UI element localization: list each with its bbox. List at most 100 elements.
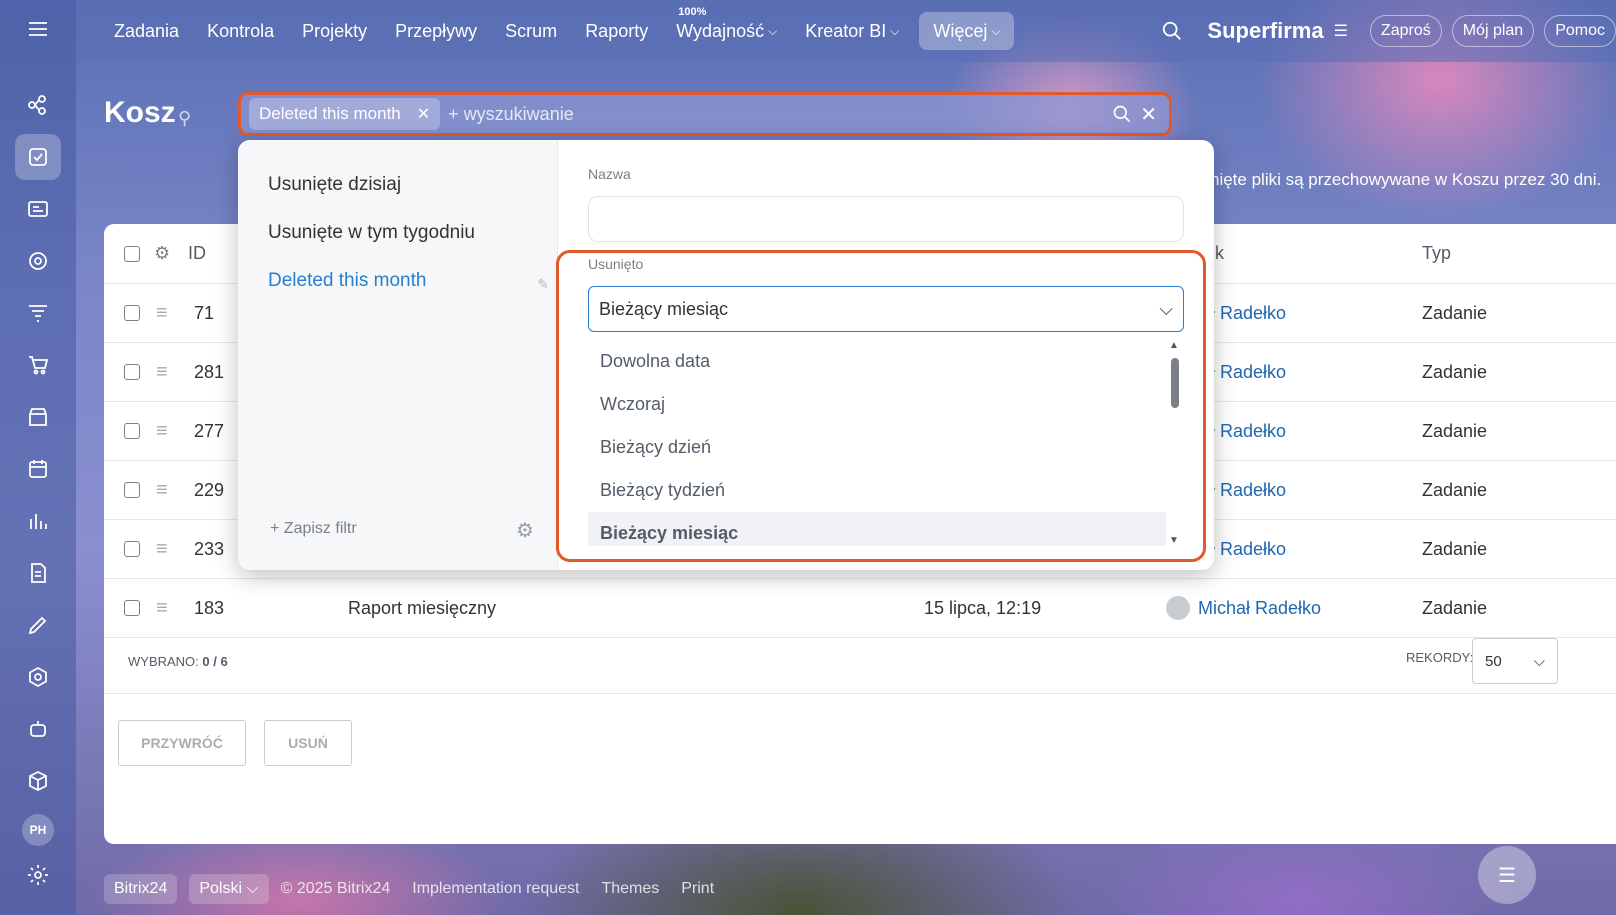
drag-handle-icon[interactable]: ≡ — [156, 302, 174, 325]
restore-button[interactable]: PRZYWRÓĆ — [118, 720, 246, 766]
save-filter-button[interactable]: + Zapisz filtr — [270, 520, 357, 538]
option-current-day[interactable]: Bieżący dzień — [588, 426, 1166, 469]
settings-gear-icon[interactable]: ⚙ — [516, 518, 534, 543]
pencil-icon[interactable] — [15, 602, 61, 648]
row-name[interactable]: Raport miesięczny — [348, 598, 496, 619]
hexagon-icon[interactable] — [15, 654, 61, 700]
search-icon[interactable] — [1112, 104, 1132, 124]
user-avatar — [1166, 596, 1190, 620]
workflow-icon[interactable] — [15, 82, 61, 128]
target-icon[interactable] — [15, 238, 61, 284]
option-current-week[interactable]: Bieżący tydzień — [588, 469, 1166, 512]
chevron-down-icon: ⌵ — [1533, 652, 1545, 670]
delete-button[interactable]: USUŃ — [264, 720, 352, 766]
row-user-name: Michał Radełko — [1198, 597, 1322, 618]
preset-today[interactable]: Usunięte dzisiaj — [268, 174, 401, 196]
nav-kreator-bi[interactable]: Kreator BI ⌵ — [791, 12, 913, 50]
records-label: REKORDY: — [1406, 650, 1474, 665]
preset-month[interactable]: Deleted this month — [268, 270, 426, 292]
nav-wydajnosc[interactable]: 100% Wydajność ⌵ — [662, 6, 791, 50]
calendar-icon[interactable] — [15, 446, 61, 492]
drag-handle-icon[interactable]: ≡ — [156, 538, 174, 561]
robot-icon[interactable] — [15, 706, 61, 752]
themes-link[interactable]: Themes — [601, 880, 659, 898]
menu-icon[interactable] — [15, 6, 61, 52]
deleted-date-select[interactable]: Bieżący miesiąc ⌵ — [588, 286, 1184, 332]
pin-icon[interactable]: ⚲ — [178, 108, 191, 129]
drag-handle-icon[interactable]: ≡ — [156, 479, 174, 502]
search-icon[interactable] — [1161, 20, 1183, 42]
nav-wiecej[interactable]: Więcej ⌵ — [919, 12, 1015, 50]
preset-week[interactable]: Usunięte w tym tygodniu — [268, 222, 475, 244]
row-type: Zadanie — [1422, 597, 1488, 618]
row-id: 71 — [194, 302, 215, 323]
wydajnosc-badge: 100% — [678, 6, 707, 18]
col-id[interactable]: ID — [188, 243, 206, 264]
select-all-checkbox[interactable] — [124, 245, 140, 262]
company-brand[interactable]: Superfirma — [1207, 18, 1323, 44]
settings-gear-icon[interactable]: ⚙ — [154, 243, 170, 264]
invite-button[interactable]: Zaproś — [1369, 15, 1442, 47]
scroll-thumb[interactable] — [1171, 358, 1179, 408]
clear-icon[interactable]: ✕ — [1140, 102, 1157, 127]
pin-icon[interactable]: ✎ — [537, 276, 549, 293]
avatar[interactable]: PH — [22, 814, 54, 846]
nav-kontrola[interactable]: Kontrola — [193, 12, 288, 50]
option-any-date[interactable]: Dowolna data — [588, 340, 1166, 383]
help-button[interactable]: Pomoc — [1544, 15, 1616, 47]
cart-icon[interactable] — [15, 342, 61, 388]
impl-request-link[interactable]: Implementation request — [412, 880, 579, 898]
box-icon[interactable] — [15, 758, 61, 804]
selected-label: WYBRANO: — [128, 654, 199, 669]
bitrix-brand[interactable]: Bitrix24 — [104, 874, 178, 904]
row-checkbox[interactable] — [124, 305, 140, 321]
drag-handle-icon[interactable]: ≡ — [156, 597, 174, 620]
drag-handle-icon[interactable]: ≡ — [156, 361, 174, 384]
scroll-up-icon[interactable]: ▲ — [1169, 340, 1179, 351]
row-checkbox[interactable] — [124, 364, 140, 380]
option-current-month[interactable]: Bieżący miesiąc — [588, 512, 1166, 546]
drag-handle-icon[interactable]: ≡ — [156, 420, 174, 443]
row-checkbox[interactable] — [124, 541, 140, 557]
nav-zadania[interactable]: Zadania — [100, 12, 193, 50]
records-per-page-select[interactable]: 50 ⌵ — [1472, 638, 1558, 684]
row-checkbox[interactable] — [124, 423, 140, 439]
my-plan-button[interactable]: Mój plan — [1451, 15, 1535, 47]
col-type[interactable]: Typ — [1422, 243, 1451, 264]
nav-scrum[interactable]: Scrum — [491, 12, 571, 50]
selected-value: 0 / 6 — [202, 654, 228, 669]
top-navigation: Zadania Kontrola Projekty Przepływy Scru… — [76, 0, 1616, 62]
scroll-down-icon[interactable]: ▼ — [1169, 535, 1179, 546]
search-input[interactable] — [448, 103, 1105, 125]
sliders-icon[interactable]: ☰ — [1334, 21, 1348, 41]
row-checkbox[interactable] — [124, 482, 140, 498]
selected-count: WYBRANO: 0 / 6 — [128, 654, 228, 669]
filter-search-bar[interactable]: Deleted this month ✕ ✕ — [238, 92, 1172, 136]
deleted-label: Usunięto — [588, 256, 644, 272]
name-input[interactable] — [588, 196, 1184, 242]
language-select[interactable]: Polski ⌵ — [189, 874, 269, 904]
settings-gear-icon[interactable] — [15, 852, 61, 898]
nav-projekty[interactable]: Projekty — [288, 12, 381, 50]
print-link[interactable]: Print — [681, 880, 714, 898]
row-user[interactable]: Michał Radełko — [1166, 596, 1321, 620]
option-yesterday[interactable]: Wczoraj — [588, 383, 1166, 426]
filter-popup: Usunięte dzisiaj Usunięte w tym tygodniu… — [238, 140, 1214, 570]
chat-icon[interactable]: ☰ — [1478, 846, 1536, 904]
filter-chip[interactable]: Deleted this month ✕ — [249, 98, 441, 130]
chevron-down-icon: ⌵ — [768, 23, 778, 38]
dropdown-scrollbar[interactable]: ▲ ▼ — [1166, 340, 1184, 546]
tasks-icon[interactable] — [15, 134, 61, 180]
page-title: Kosz — [104, 96, 176, 129]
row-checkbox[interactable] — [124, 600, 140, 616]
store-icon[interactable] — [15, 394, 61, 440]
chart-icon[interactable] — [15, 498, 61, 544]
close-icon[interactable]: ✕ — [417, 104, 430, 124]
document-icon[interactable] — [15, 550, 61, 596]
nav-raporty[interactable]: Raporty — [571, 12, 662, 50]
chevron-down-icon: ⌵ — [991, 23, 1001, 38]
crm-card-icon[interactable] — [15, 186, 61, 232]
records-value: 50 — [1485, 652, 1502, 670]
funnel-icon[interactable] — [15, 290, 61, 336]
nav-przeplywy[interactable]: Przepływy — [381, 12, 491, 50]
